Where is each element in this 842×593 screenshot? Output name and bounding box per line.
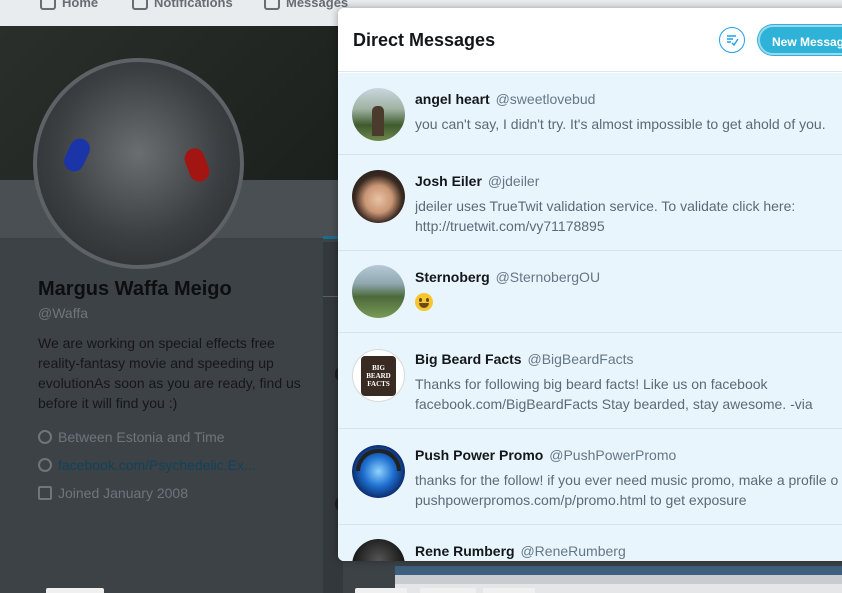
bottom-tab <box>46 588 104 593</box>
conversation-item[interactable]: Push Power Promo @PushPowerPromo thanks … <box>338 429 842 525</box>
nav-messages[interactable]: Messages <box>264 0 348 10</box>
sender-handle: @jdeiler <box>487 173 540 189</box>
direct-messages-modal: Direct Messages New Message angel heart … <box>338 8 842 561</box>
conversation-item[interactable]: BIG BEARD FACTS Big Beard Facts @BigBear… <box>338 333 842 429</box>
user-avatar[interactable] <box>352 88 405 141</box>
location-pin-icon <box>38 430 52 444</box>
conversation-item[interactable]: Rene Rumberg @ReneRumberg <box>338 525 842 561</box>
mark-all-read-button[interactable] <box>719 27 745 53</box>
sender-name[interactable]: Push Power Promo <box>415 447 543 463</box>
nav-notifications[interactable]: Notifications <box>132 0 233 10</box>
conversation-item[interactable]: Sternoberg @SternobergOU <box>338 251 842 333</box>
message-preview: you can't say, I didn't try. It's almost… <box>415 116 826 132</box>
modal-title: Direct Messages <box>353 30 496 50</box>
bottom-tab <box>483 588 535 593</box>
bell-icon <box>132 0 148 10</box>
nav-home-label: Home <box>62 0 99 10</box>
sender-handle: @ReneRumberg <box>520 543 626 559</box>
sender-name[interactable]: angel heart <box>415 91 490 107</box>
calendar-icon <box>38 486 52 500</box>
smiling-face-emoji <box>415 293 433 312</box>
mark-all-read-icon <box>727 35 739 47</box>
red-pill-graphic <box>181 145 213 185</box>
sender-name[interactable]: Big Beard Facts <box>415 351 522 367</box>
conversation-list: angel heart @sweetlovebud you can't say,… <box>338 73 842 561</box>
link-icon <box>38 458 52 472</box>
profile-location: Between Estonia and Time <box>38 427 318 447</box>
conversation-item[interactable]: Josh Eiler @jdeiler jdeiler uses TrueTwi… <box>338 155 842 251</box>
message-preview: Thanks for following big beard facts! Li… <box>415 376 813 412</box>
sender-handle: @SternobergOU <box>495 269 601 285</box>
profile-name: Margus Waffa Meigo <box>38 278 232 300</box>
sender-name[interactable]: Sternoberg <box>415 269 490 285</box>
blue-pill-graphic <box>60 135 94 175</box>
user-avatar[interactable] <box>352 445 405 498</box>
conversation-item[interactable]: angel heart @sweetlovebud you can't say,… <box>338 73 842 155</box>
new-message-button[interactable]: New Message <box>758 25 842 55</box>
user-avatar[interactable] <box>352 265 405 318</box>
sender-handle: @BigBeardFacts <box>527 351 634 367</box>
profile-handle[interactable]: @Waffa <box>38 305 318 321</box>
profile-joined-text: Joined January 2008 <box>58 485 188 501</box>
envelope-icon <box>264 0 280 10</box>
sender-handle: @PushPowerPromo <box>549 447 677 463</box>
message-preview: jdeiler uses TrueTwit validation service… <box>415 198 796 234</box>
bottom-tab <box>355 588 407 593</box>
profile-avatar[interactable] <box>33 58 244 269</box>
headphones-icon <box>356 449 401 471</box>
profile-card: Margus Waffa Meigo @Waffa We are working… <box>38 278 318 503</box>
avatar-logo-text: BIG BEARD FACTS <box>361 356 396 396</box>
profile-joined: Joined January 2008 <box>38 483 318 503</box>
profile-website-link[interactable]: facebook.com/Psychedelic.Ex... <box>58 457 256 473</box>
user-avatar[interactable] <box>352 539 405 561</box>
profile-website[interactable]: facebook.com/Psychedelic.Ex... <box>38 455 318 475</box>
user-avatar[interactable] <box>352 170 405 223</box>
user-avatar[interactable]: BIG BEARD FACTS <box>352 349 405 402</box>
profile-bio: We are working on special effects free r… <box>38 335 301 411</box>
sender-name[interactable]: Josh Eiler <box>415 173 482 189</box>
sender-name[interactable]: Rene Rumberg <box>415 543 515 559</box>
profile-location-text: Between Estonia and Time <box>58 429 225 445</box>
sender-handle: @sweetlovebud <box>495 91 596 107</box>
nav-notifications-label: Notifications <box>154 0 233 10</box>
home-icon <box>40 0 56 10</box>
nav-home[interactable]: Home <box>40 0 98 10</box>
modal-header: Direct Messages New Message <box>338 8 842 72</box>
bottom-tab <box>420 588 476 593</box>
message-preview: thanks for the follow! if you ever need … <box>415 472 839 508</box>
